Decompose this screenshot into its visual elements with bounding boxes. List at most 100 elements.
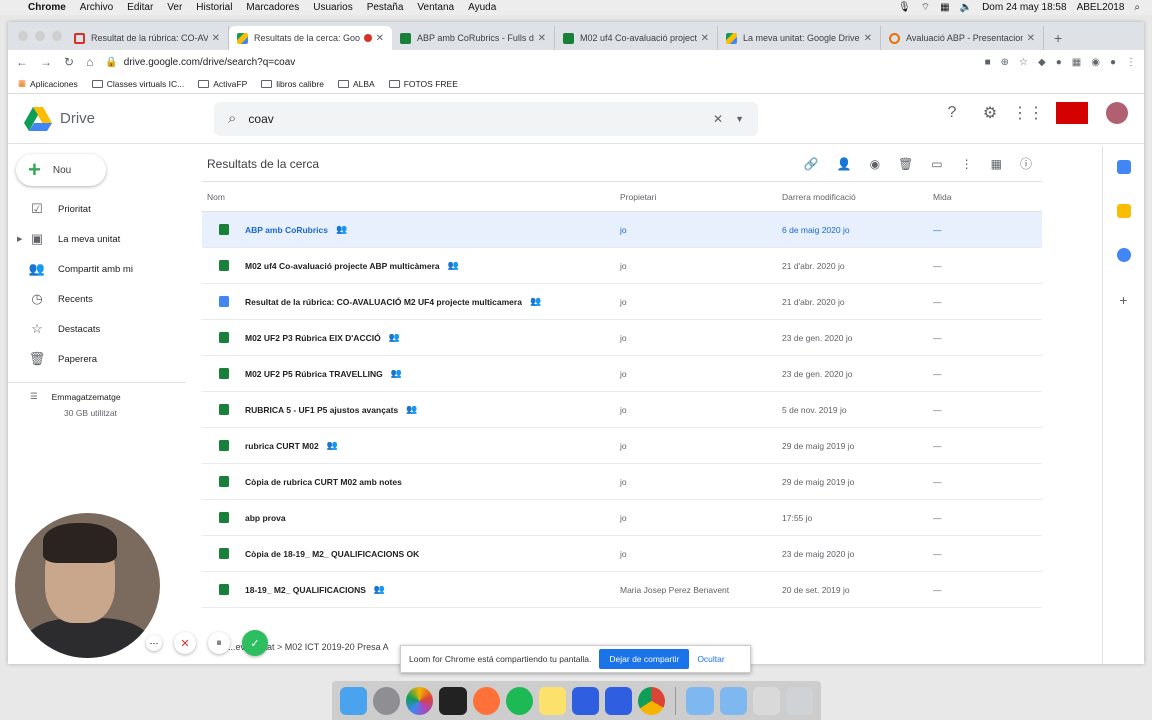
- close-tab-icon[interactable]: ✕: [701, 33, 709, 44]
- flag-icon[interactable]: ▦: [940, 2, 949, 13]
- account-avatar[interactable]: [1106, 102, 1128, 124]
- photos-icon[interactable]: [406, 686, 434, 715]
- mic-icon[interactable]: 🎙: [898, 2, 911, 13]
- bookmark-folder[interactable]: ALBA: [337, 79, 375, 89]
- calendar-icon[interactable]: [1116, 160, 1131, 174]
- media-app-icon[interactable]: [439, 686, 467, 715]
- applications-folder-icon[interactable]: [686, 686, 714, 715]
- downloads-folder-icon[interactable]: [719, 686, 747, 715]
- link-icon[interactable]: 🔗: [804, 157, 819, 171]
- sidebar-item-priority[interactable]: ☑ Prioritat: [8, 194, 198, 224]
- browser-tab[interactable]: ABP amb CoRubrics - Fulls de ✕: [392, 26, 555, 50]
- firefox-icon[interactable]: [472, 686, 500, 715]
- browser-tab-active[interactable]: Resultats de la cerca: Goo ✕: [229, 26, 392, 50]
- sidebar-item-starred[interactable]: ☆ Destacats: [8, 314, 198, 344]
- menu-item[interactable]: Pestaña: [367, 2, 404, 13]
- address-bar[interactable]: 🔒 drive.google.com/drive/search?q=coav: [105, 52, 972, 72]
- close-tab-icon[interactable]: ✕: [864, 33, 872, 44]
- browser-tab[interactable]: Resultat de la rúbrica: CO-AVA ✕: [66, 26, 229, 50]
- chrome-icon[interactable]: [638, 686, 666, 715]
- clock-text[interactable]: Dom 24 may 18:58: [982, 2, 1067, 13]
- menu-item[interactable]: Ver: [167, 2, 182, 13]
- grid-view-icon[interactable]: ▦: [991, 157, 1002, 171]
- close-tab-icon[interactable]: ✕: [212, 33, 220, 44]
- apps-grid-icon[interactable]: ⋮⋮: [1012, 103, 1044, 123]
- new-button[interactable]: + Nou: [16, 154, 106, 186]
- expand-caret-icon[interactable]: ▶: [17, 235, 22, 243]
- menu-item[interactable]: Usuarios: [313, 2, 352, 13]
- sidebar-item-trash[interactable]: 🗑 Paperera: [8, 344, 198, 374]
- extension-icon[interactable]: ◆: [1038, 57, 1046, 68]
- menu-item[interactable]: Marcadores: [246, 2, 299, 13]
- file-name-cell[interactable]: abp prova: [202, 512, 620, 523]
- sidebar-item-recent[interactable]: ◷ Recents: [8, 284, 198, 314]
- minimize-window-button[interactable]: [35, 31, 45, 41]
- spotlight-search-icon[interactable]: ⌕: [1134, 2, 1140, 13]
- back-icon[interactable]: ←: [16, 55, 28, 69]
- trash-icon[interactable]: [785, 686, 813, 715]
- loom-cancel-icon[interactable]: ✕: [174, 632, 196, 654]
- keep-icon[interactable]: [1116, 204, 1131, 218]
- drive-search-bar[interactable]: ⌕ coav ✕ ▼: [214, 101, 758, 136]
- tasks-icon[interactable]: [1116, 248, 1131, 262]
- user-name[interactable]: ABEL2018: [1077, 2, 1125, 13]
- column-modified[interactable]: Darrera modificació: [782, 192, 933, 202]
- table-row[interactable]: Còpia de 18-19_ M2_ QUALIFICACIONS OK jo 2…: [202, 536, 1042, 572]
- file-name-cell[interactable]: Resultat de la rúbrica: CO-AVALUACIÓ M2 …: [202, 296, 620, 307]
- table-row[interactable]: 18-19_ M2_ QUALIFICACIONS 👥 Maria Josep Pe…: [202, 572, 1042, 608]
- search-icon[interactable]: ⌕: [228, 110, 236, 127]
- hide-notice-button[interactable]: Ocultar: [697, 654, 724, 664]
- preview-eye-icon[interactable]: ◉: [870, 157, 880, 171]
- table-row[interactable]: Resultat de la rúbrica: CO-AVALUACIÓ M2 …: [202, 284, 1042, 320]
- volume-icon[interactable]: 🔈: [960, 2, 972, 13]
- file-name-cell[interactable]: rubrica CURT M02 👥: [202, 440, 620, 451]
- add-addon-icon[interactable]: +: [1119, 292, 1127, 308]
- move-to-folder-icon[interactable]: ▭: [931, 157, 942, 171]
- settings-gear-icon[interactable]: ⚙: [980, 103, 1000, 123]
- reload-icon[interactable]: ↻: [64, 55, 74, 69]
- table-row[interactable]: ABP amb CoRubrics 👥 jo 6 de maig 2020 jo —: [202, 212, 1042, 248]
- notes-icon[interactable]: [538, 686, 566, 715]
- new-tab-button[interactable]: +: [1054, 30, 1062, 46]
- bookmark-folder[interactable]: FOTOS FREE: [388, 79, 458, 89]
- table-row[interactable]: M02 uf4 Co-avaluació projecte ABP multic…: [202, 248, 1042, 284]
- table-row[interactable]: rubrica CURT M02 👥 jo 29 de maig 2019 jo —: [202, 428, 1042, 464]
- table-row[interactable]: RUBRICA 5 - UF1 P5 ajustos avançats 👥 jo 5 …: [202, 392, 1042, 428]
- menu-item[interactable]: Historial: [196, 2, 232, 13]
- documents-stack-icon[interactable]: [752, 686, 780, 715]
- spotify-icon[interactable]: [505, 686, 533, 715]
- file-name-cell[interactable]: RUBRICA 5 - UF1 P5 ajustos avançats 👥: [202, 404, 620, 415]
- help-icon[interactable]: ?: [942, 103, 962, 123]
- loom-more-icon[interactable]: ⋯: [146, 635, 162, 651]
- organization-logo[interactable]: [1056, 102, 1088, 124]
- file-name-cell[interactable]: Còpia de rubrica CURT M02 amb notes: [202, 476, 620, 487]
- table-row[interactable]: M02 UF2 P3 Rúbrica EIX D'ACCIÓ 👥 jo 23 de g…: [202, 320, 1042, 356]
- close-tab-icon[interactable]: ✕: [538, 33, 546, 44]
- bookmark-folder[interactable]: ActivaFP: [198, 79, 247, 89]
- webcam-bubble[interactable]: [15, 513, 160, 658]
- menu-item[interactable]: Ventana: [417, 2, 454, 13]
- bookmark-folder[interactable]: libros calibre: [261, 79, 324, 89]
- storage-section[interactable]: ☰ Emmagatzematge 30 GB utilitzat: [8, 391, 198, 418]
- menu-item[interactable]: Ayuda: [468, 2, 496, 13]
- finder-icon[interactable]: [340, 686, 368, 715]
- table-row[interactable]: Còpia de rubrica CURT M02 amb notes jo 29 …: [202, 464, 1042, 500]
- extension-icon[interactable]: ▦: [1072, 57, 1081, 68]
- close-tab-icon[interactable]: ✕: [1027, 33, 1035, 44]
- search-options-icon[interactable]: ▼: [735, 114, 744, 124]
- stop-sharing-button[interactable]: Dejar de compartir: [599, 649, 690, 669]
- file-name-cell[interactable]: M02 uf4 Co-avaluació projecte ABP multic…: [202, 260, 620, 271]
- column-name[interactable]: Nom: [202, 192, 620, 202]
- star-icon[interactable]: ☆: [1019, 57, 1028, 68]
- forward-icon[interactable]: →: [40, 55, 52, 69]
- extension-icon[interactable]: ◉: [1091, 57, 1100, 68]
- column-size[interactable]: Mida: [933, 192, 993, 202]
- zoom-icon[interactable]: ⊕: [1001, 57, 1009, 68]
- close-tab-icon[interactable]: ✕: [376, 33, 384, 44]
- search-input[interactable]: coav: [248, 112, 701, 126]
- file-name-cell[interactable]: ABP amb CoRubrics 👥: [202, 224, 620, 235]
- wifi-icon[interactable]: ⌔: [921, 1, 930, 14]
- file-name-cell[interactable]: M02 UF2 P5 Rúbrica TRAVELLING 👥: [202, 368, 620, 379]
- bookmark-apps[interactable]: ▦ Aplicaciones: [18, 78, 78, 89]
- browser-tab[interactable]: Avaluació ABP - Presentacions ✕: [881, 26, 1044, 50]
